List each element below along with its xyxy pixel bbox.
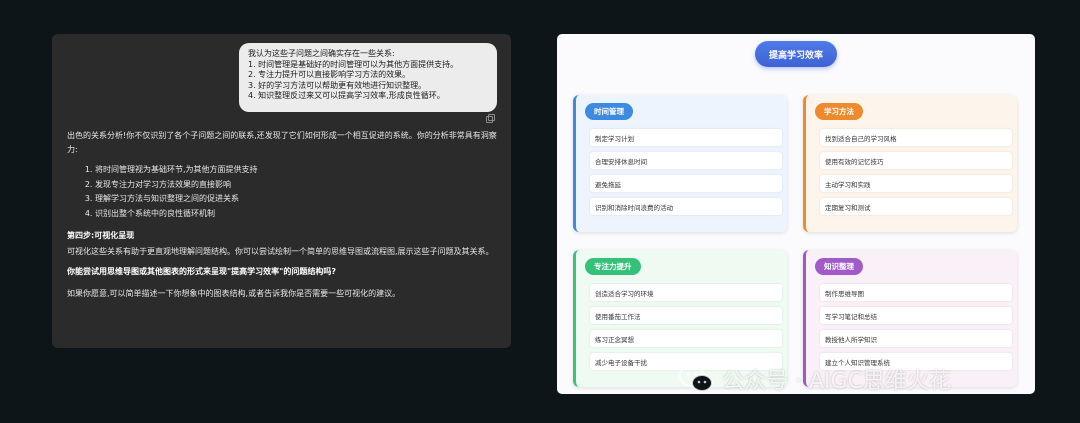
branch-title: 知识整理 — [815, 258, 863, 275]
assistant-message: 出色的关系分析!你不仅识别了各个子问题之间的联系,还发现了它们如何形成一个相互促… — [67, 129, 497, 307]
mindmap-panel: 提高学习效率 时间管理 制定学习计划 合理安排休息时间 避免拖延 识别和消除时间… — [557, 34, 1035, 394]
central-topic-node[interactable]: 提高学习效率 — [755, 41, 837, 67]
wechat-icon — [679, 365, 713, 392]
watermark: 公众号 · AIGC思维火花 — [678, 362, 951, 396]
watermark-text: 公众号 · AIGC思维火花 — [722, 369, 951, 394]
branch-item[interactable]: 写学习笔记和总结 — [820, 307, 1012, 324]
branch-item[interactable]: 使用番茄工作法 — [590, 307, 782, 324]
step-text: 可视化这些关系有助于更直观地理解问题结构。你可以尝试绘制一个简单的思维导图或流程… — [67, 247, 494, 256]
screenshot-stage: 我认为这些子问题之间确实存在一些关系: 1. 时间管理是基础好的时间管理可以为其… — [0, 0, 1080, 423]
user-message-line: 我认为这些子问题之间确实存在一些关系: — [248, 49, 395, 58]
branch-item[interactable]: 避免拖延 — [590, 175, 782, 192]
assistant-intro: 出色的关系分析!你不仅识别了各个子问题之间的联系,还发现了它们如何形成一个相互促… — [67, 131, 497, 154]
assistant-points-list: 将时间管理视为基础环节,为其他方面提供支持 发现专注力对学习方法效果的直接影响 … — [83, 163, 497, 221]
user-message-line: 2. 专注力提升可以直接影响学习方法的效果。 — [248, 70, 411, 79]
list-item: 发现专注力对学习方法效果的直接影响 — [95, 178, 497, 193]
branch-item[interactable]: 制定学习计划 — [590, 129, 782, 146]
list-item: 识别出整个系统中的良性循环机制 — [95, 207, 497, 222]
chat-panel: 我认为这些子问题之间确实存在一些关系: 1. 时间管理是基础好的时间管理可以为其… — [52, 34, 511, 348]
branch-title: 学习方法 — [815, 103, 863, 120]
assistant-closing: 如果你愿意,可以简单描述一下你想象中的图表结构,或者告诉我你是否需要一些可视化的… — [67, 289, 401, 298]
copy-icon[interactable] — [486, 114, 495, 123]
branch-item[interactable]: 使用有效的记忆技巧 — [820, 152, 1012, 169]
branch-title: 专注力提升 — [585, 258, 641, 275]
list-item: 将时间管理视为基础环节,为其他方面提供支持 — [95, 163, 497, 178]
user-message-line: 1. 时间管理是基础好的时间管理可以为其他方面提供支持。 — [248, 59, 459, 69]
branch-item[interactable]: 教授他人所学知识 — [820, 330, 1012, 347]
user-message-line: 3. 好的学习方法可以帮助更有效地进行知识整理。 — [248, 80, 427, 90]
step-heading: 第四步:可视化呈现 — [67, 231, 135, 240]
branch-card-time-management[interactable]: 时间管理 制定学习计划 合理安排休息时间 避免拖延 识别和消除时间浪费的活动 — [573, 95, 787, 232]
user-message-bubble: 我认为这些子问题之间确实存在一些关系: 1. 时间管理是基础好的时间管理可以为其… — [239, 43, 497, 112]
branch-item[interactable]: 找到适合自己的学习风格 — [820, 129, 1012, 146]
branch-item[interactable]: 练习正念冥想 — [590, 330, 782, 347]
branch-item[interactable]: 主动学习和实践 — [820, 175, 1012, 192]
assistant-question: 你能尝试用思维导图或其他图表的形式来呈现"提高学习效率"的问题结构吗? — [67, 267, 336, 276]
branch-item[interactable]: 定期复习和测试 — [820, 198, 1012, 215]
branch-card-learning-methods[interactable]: 学习方法 找到适合自己的学习风格 使用有效的记忆技巧 主动学习和实践 定期复习和… — [803, 95, 1017, 232]
branch-item[interactable]: 创造适合学习的环境 — [590, 284, 782, 301]
user-message-line: 4. 知识整理反过来又可以提高学习效率,形成良性循环。 — [248, 91, 445, 100]
branch-item[interactable]: 合理安排休息时间 — [590, 152, 782, 169]
branch-item[interactable]: 识别和消除时间浪费的活动 — [590, 198, 782, 215]
branch-title: 时间管理 — [585, 103, 633, 120]
list-item: 理解学习方法与知识整理之间的促进关系 — [95, 192, 497, 207]
branch-item[interactable]: 制作思维导图 — [820, 284, 1012, 301]
